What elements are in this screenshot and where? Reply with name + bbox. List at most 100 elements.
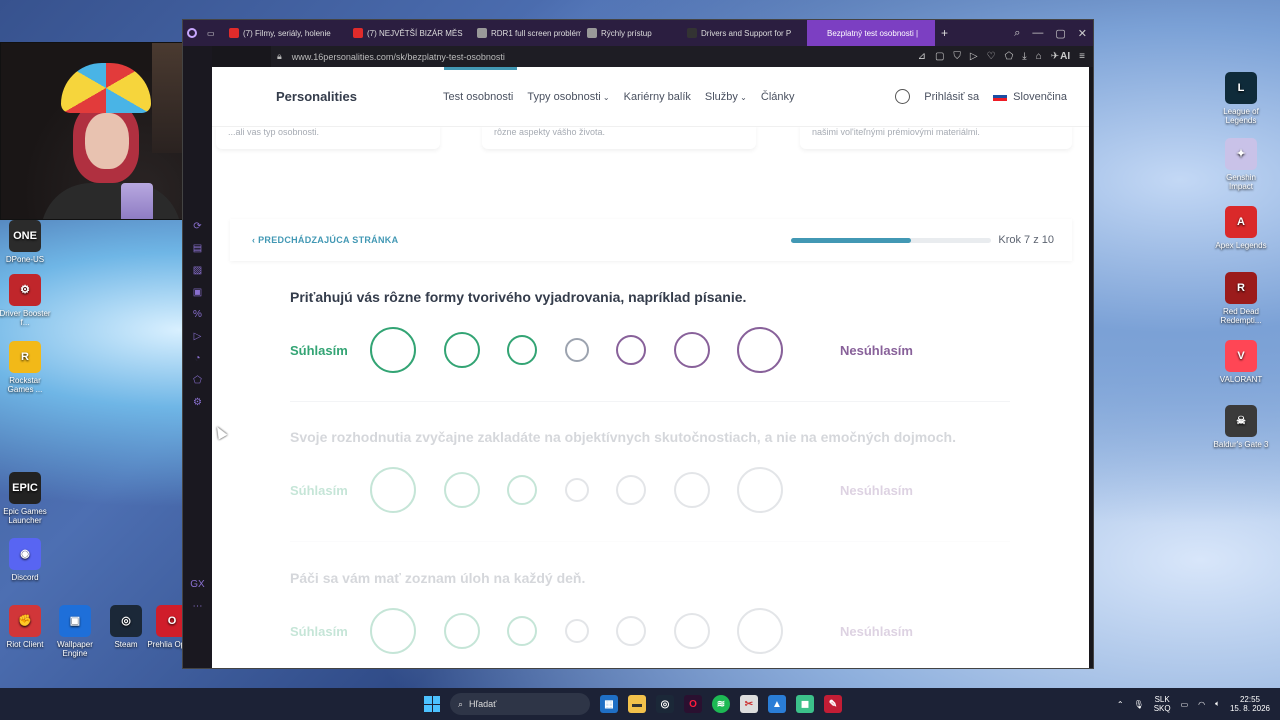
browser-tab[interactable]: (7) NEJVĚTŠÍ BIZÁR MĚS [347, 20, 471, 46]
desktop.left_icons-desktop-icon[interactable]: ⚙ Driver Booster f... [0, 274, 53, 327]
desktop.right_icons-desktop-icon[interactable]: ☠ Baldur's Gate 3 [1213, 405, 1269, 449]
notes-icon[interactable]: ▨ [193, 260, 202, 282]
opera-logo-icon[interactable] [183, 20, 201, 46]
language-selector[interactable]: Slovenčina [993, 91, 1067, 103]
desktop.right_icons-desktop-icon[interactable]: L League of Legends [1213, 72, 1269, 125]
answer-option-4[interactable] [565, 338, 589, 362]
desktop.right_icons-desktop-icon[interactable]: R Red Dead Redempti... [1213, 272, 1269, 325]
file-explorer-icon[interactable]: ▬ [628, 695, 646, 713]
answer-option-6[interactable] [674, 332, 710, 368]
site-logo[interactable]: Personalities [276, 89, 357, 104]
answer-option-1[interactable] [370, 327, 416, 373]
minimize-button[interactable]: — [1032, 27, 1043, 40]
accessibility-icon[interactable] [895, 89, 911, 104]
desktop.left_icons-desktop-icon[interactable]: R Rockstar Games ... [0, 341, 53, 394]
close-button[interactable]: ✕ [1078, 27, 1087, 40]
answer-option-2[interactable] [444, 613, 480, 649]
settings-icon[interactable]: ⚙ [193, 392, 202, 414]
spotify-icon[interactable]: ≋ [712, 695, 730, 713]
chevron-up-icon[interactable]: ⌃ [1117, 700, 1124, 709]
answer-option-3[interactable] [507, 616, 537, 646]
screenshot-icon[interactable]: ▢ [935, 51, 944, 62]
messenger-icon[interactable]: ▣ [193, 282, 202, 304]
previous-page-link[interactable]: ‹ PREDCHÁDZAJÚCA STRÁNKA [252, 235, 398, 245]
new-tab-button[interactable]: + [935, 20, 954, 46]
wifi-icon[interactable]: ◠ [1198, 700, 1205, 709]
desktop.bottom_icons-desktop-icon[interactable]: ✊ Riot Client [0, 605, 53, 649]
answer-option-6[interactable] [674, 472, 710, 508]
nav-link[interactable]: Služby ⌄ [705, 91, 747, 103]
desktop.right_icons-desktop-icon[interactable]: V VALORANT [1213, 340, 1269, 384]
snipping-icon[interactable]: ✂ [740, 695, 758, 713]
ai-label[interactable]: AI [1060, 51, 1070, 62]
chat-icon[interactable]: ◼ [796, 695, 814, 713]
answer-option-2[interactable] [444, 332, 480, 368]
nav-link[interactable]: Kariérny balík [624, 91, 691, 103]
extensions-icon[interactable]: ⬠ [1005, 51, 1014, 62]
microphone-icon[interactable]: 🎙︎ [1134, 700, 1144, 709]
heart-icon[interactable]: ♡ [987, 51, 996, 62]
browser-tab[interactable]: Drivers and Support for P [681, 20, 807, 46]
search-tabs-icon[interactable]: ⌕ [1014, 27, 1020, 40]
desktop.left_icons-desktop-icon[interactable]: EPIC Epic Games Launcher [0, 472, 53, 525]
answer-option-4[interactable] [565, 478, 589, 502]
desktop.left_icons-desktop-icon[interactable]: ONE DPone-US [0, 220, 53, 264]
player-icon[interactable]: ▷ [194, 326, 202, 348]
opera-gx-taskbar-icon[interactable]: O [684, 695, 702, 713]
answer-option-3[interactable] [507, 475, 537, 505]
browser-tab[interactable]: Bezplatný test osobnosti | [807, 20, 935, 46]
maximize-button[interactable]: ▢ [1055, 27, 1065, 40]
aria-ai-icon[interactable]: ✈ [1051, 51, 1059, 62]
browser-tab[interactable]: (7) Filmy, seriály, holenie [223, 20, 347, 46]
tab-workspace-icon[interactable]: ▭ [201, 20, 223, 46]
acrobat-icon[interactable]: ✎ [824, 695, 842, 713]
login-link[interactable]: Prihlásiť sa [924, 91, 979, 103]
answer-option-6[interactable] [674, 613, 710, 649]
browser-sidebar: ⟳ ▤ ▨ ▣ % ▷ ◔ ⬠ ⚙ GX ⋯ [183, 46, 212, 668]
url-text[interactable]: www.16personalities.com/sk/bezplatny-tes… [292, 52, 505, 62]
nav-link[interactable]: Typy osobnosti ⌄ [527, 91, 609, 103]
desktop.right_icons-desktop-icon[interactable]: A Apex Legends [1213, 206, 1269, 250]
gx-icon[interactable]: GX [190, 574, 204, 596]
clock-icon[interactable]: ◔ [194, 348, 200, 370]
wallet-icon[interactable]: ⌂ [1036, 51, 1042, 62]
extensions-sidebar-icon[interactable]: ⬠ [193, 370, 202, 392]
photos-icon[interactable]: ▲ [768, 695, 786, 713]
answer-option-7[interactable] [737, 327, 783, 373]
answer-option-3[interactable] [507, 335, 537, 365]
answer-option-1[interactable] [370, 608, 416, 654]
steam-taskbar-icon[interactable]: ◎ [656, 695, 674, 713]
start-button[interactable] [424, 696, 440, 712]
history-icon[interactable]: ⟳ [193, 216, 201, 238]
desktop.left_icons-desktop-icon[interactable]: ◉ Discord [0, 538, 53, 582]
answer-option-4[interactable] [565, 619, 589, 643]
language-indicator[interactable]: SLK SKQ [1154, 695, 1171, 713]
more-icon[interactable]: ⋯ [193, 596, 203, 618]
bag-icon[interactable]: ▤ [193, 238, 202, 260]
taskbar-search[interactable]: ⌕ Hľadať [450, 693, 590, 715]
browser-tab[interactable]: RDR1 full screen problém [471, 20, 581, 46]
desktop.right_icons-desktop-icon[interactable]: ✦ Genshin Impact [1213, 138, 1269, 191]
answer-option-2[interactable] [444, 472, 480, 508]
nav-link[interactable]: Články [761, 91, 795, 103]
clock[interactable]: 22:55 15. 8. 2026 [1230, 695, 1270, 713]
answer-option-1[interactable] [370, 467, 416, 513]
answer-option-5[interactable] [616, 475, 646, 505]
play-icon[interactable]: ▷ [970, 51, 978, 62]
monitor-icon[interactable]: ▭ [1181, 700, 1189, 709]
answer-option-7[interactable] [737, 467, 783, 513]
answer-option-5[interactable] [616, 616, 646, 646]
desktop.bottom_icons-desktop-icon[interactable]: ▣ Wallpaper Engine [47, 605, 103, 658]
nav-link[interactable]: Test osobnosti [443, 91, 513, 103]
store-icon[interactable]: ▦ [600, 695, 618, 713]
volume-icon[interactable]: 🔈︎ [1215, 699, 1220, 709]
address-bar[interactable]: 🔒︎ www.16personalities.com/sk/bezplatny-… [271, 46, 1093, 67]
percent-icon[interactable]: % [193, 304, 202, 326]
browser-tab[interactable]: Rýchly prístup [581, 20, 681, 46]
answer-option-5[interactable] [616, 335, 646, 365]
pin-icon[interactable]: ⊿ [918, 51, 926, 62]
download-icon[interactable]: ⤓ [1022, 51, 1026, 62]
shield-icon[interactable]: ⛉ [953, 51, 961, 62]
answer-option-7[interactable] [737, 608, 783, 654]
menu-icon[interactable]: ≡ [1079, 51, 1085, 62]
